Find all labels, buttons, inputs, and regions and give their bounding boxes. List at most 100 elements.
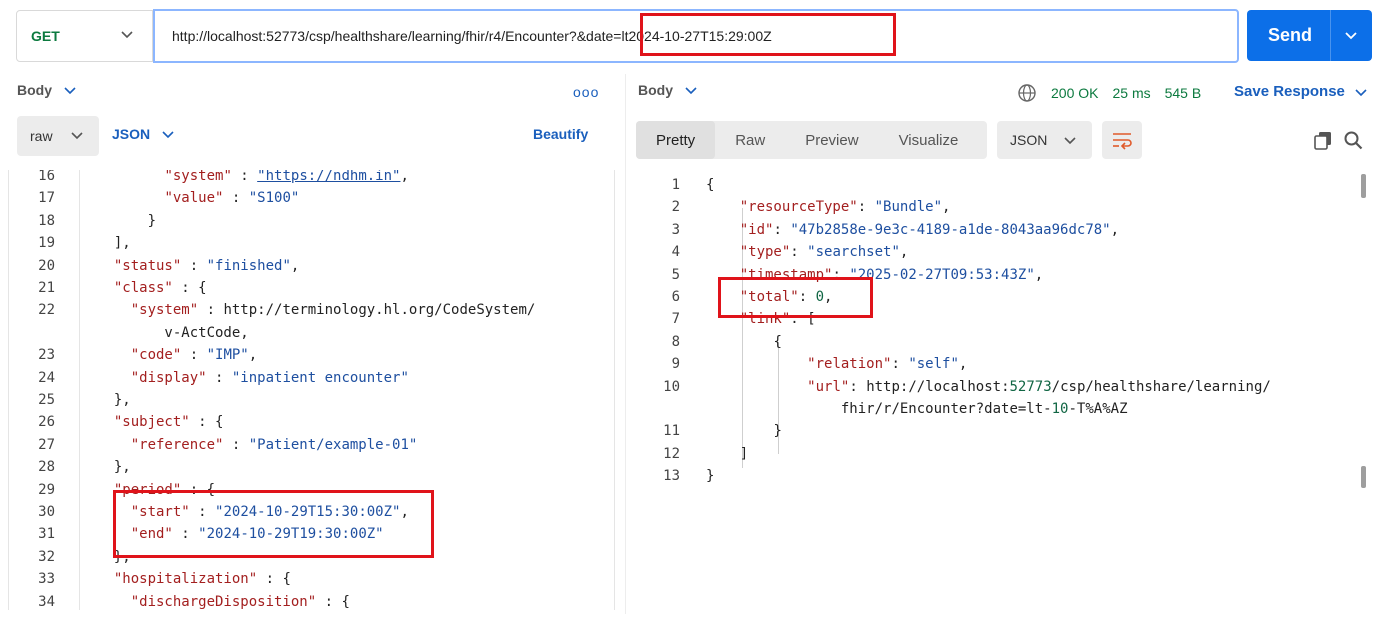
code-line: "class" : { xyxy=(113,280,207,296)
line-number: 19 xyxy=(38,235,55,252)
code-line: } xyxy=(147,212,157,229)
line-number: 10 xyxy=(663,378,680,395)
method-label: GET xyxy=(31,28,60,44)
line-number: 2 xyxy=(671,199,680,216)
code-line: "dischargeDisposition" : { xyxy=(130,593,350,610)
code-line: ] xyxy=(739,445,749,462)
code-line: "system" : http://terminology.hl.org/Cod… xyxy=(130,302,536,319)
request-body-editor[interactable]: 16 "system" : "https://ndhm.in", 17 "valu… xyxy=(8,170,615,610)
response-format-select[interactable]: JSON xyxy=(997,121,1092,159)
line-number: 31 xyxy=(38,526,55,543)
code-line: "resourceType": "Bundle", xyxy=(739,199,951,216)
line-number: 5 xyxy=(671,266,680,283)
chevron-down-icon xyxy=(1064,137,1076,145)
line-number: 13 xyxy=(663,468,680,485)
save-response-label: Save Response xyxy=(1234,83,1345,100)
line-number: 22 xyxy=(38,302,55,319)
url-input[interactable]: http://localhost:52773/csp/healthshare/l… xyxy=(153,9,1239,63)
code-line: v-ActCode, xyxy=(97,324,249,341)
line-number: 34 xyxy=(38,593,55,610)
code-line: "end" : "2024-10-29T19:30:00Z" xyxy=(130,526,384,543)
scrollbar[interactable] xyxy=(1361,466,1366,488)
send-button[interactable]: Send xyxy=(1247,10,1372,61)
tab-pretty[interactable]: Pretty xyxy=(636,121,716,159)
code-line: } xyxy=(706,468,715,485)
wrap-lines-icon xyxy=(1113,133,1132,150)
code-line: "period" : { xyxy=(113,481,216,498)
chevron-down-icon xyxy=(685,87,697,95)
response-view-tabs: Pretty Raw Preview Visualize xyxy=(636,121,987,159)
body-type-select[interactable]: raw xyxy=(17,116,99,156)
code-line: "value" : "S100" xyxy=(164,190,300,207)
line-number: 30 xyxy=(38,504,55,520)
body-format-label: JSON xyxy=(112,126,151,142)
save-response-button[interactable]: Save Response xyxy=(1234,83,1369,100)
response-format-label: JSON xyxy=(1010,132,1048,148)
line-number: 4 xyxy=(671,244,680,261)
tab-visualize[interactable]: Visualize xyxy=(879,121,979,159)
code-line: "reference" : "Patient/example-01" xyxy=(130,436,418,453)
pane-divider[interactable] xyxy=(625,74,626,614)
status-badge[interactable]: 200 OK xyxy=(1051,85,1098,101)
beautify-button[interactable]: Beautify xyxy=(533,126,588,142)
line-number: 25 xyxy=(38,392,55,408)
line-number: 26 xyxy=(38,414,55,431)
chevron-down-icon[interactable] xyxy=(1342,26,1360,44)
line-number: 6 xyxy=(671,289,680,305)
line-number: 33 xyxy=(38,571,55,588)
code-line: } xyxy=(773,423,782,440)
line-number: 27 xyxy=(38,436,55,453)
url-text: http://localhost:52773/csp/healthshare/l… xyxy=(172,28,772,44)
code-line: "subject" : { xyxy=(113,414,224,431)
code-line: }, xyxy=(113,548,131,565)
line-number: 3 xyxy=(671,221,680,238)
code-line: ], xyxy=(113,235,131,252)
line-number: 24 xyxy=(38,369,55,386)
code-line: "type": "searchset", xyxy=(739,244,909,261)
code-line: "hospitalization" : { xyxy=(113,571,291,588)
response-body-menu[interactable]: Body xyxy=(638,82,699,98)
send-label: Send xyxy=(1268,25,1313,45)
response-body-label: Body xyxy=(638,82,673,98)
line-number: 17 xyxy=(38,190,55,207)
tab-preview[interactable]: Preview xyxy=(785,121,878,159)
method-select[interactable]: GET xyxy=(16,10,153,62)
tab-raw[interactable]: Raw xyxy=(715,121,785,159)
response-size[interactable]: 545 B xyxy=(1165,85,1202,101)
chevron-down-icon xyxy=(64,87,76,95)
more-options-icon[interactable]: ooo xyxy=(573,84,599,100)
line-number: 1 xyxy=(671,177,680,193)
search-icon[interactable] xyxy=(1343,130,1363,150)
code-line: }, xyxy=(113,459,131,476)
globe-icon[interactable] xyxy=(1017,83,1037,103)
line-number: 20 xyxy=(38,257,55,274)
wrap-lines-button[interactable] xyxy=(1102,121,1142,159)
scrollbar[interactable] xyxy=(1361,174,1366,198)
line-number: 23 xyxy=(38,347,55,364)
line-number: 7 xyxy=(671,311,680,328)
chevron-down-icon xyxy=(162,131,174,139)
code-line: "link": [ xyxy=(739,311,816,328)
code-line: { xyxy=(773,333,782,350)
code-line: "url": http://localhost:52773/csp/health… xyxy=(807,378,1271,395)
line-number xyxy=(9,322,55,344)
request-body-label: Body xyxy=(17,82,52,98)
code-line: "total": 0, xyxy=(739,289,833,305)
code-line: "display" : "inpatient encounter" xyxy=(130,369,409,386)
line-number: 21 xyxy=(38,280,55,296)
line-number: 18 xyxy=(38,212,55,229)
line-number: 12 xyxy=(663,445,680,462)
line-number: 16 xyxy=(38,170,55,184)
request-body-menu[interactable]: Body xyxy=(17,82,78,98)
body-format-select[interactable]: JSON xyxy=(112,126,176,142)
line-number: 32 xyxy=(38,548,55,565)
code-line: fhir/r/Encounter?date=lt-10-T%A%AZ xyxy=(706,401,1128,417)
line-number: 29 xyxy=(38,481,55,498)
body-type-label: raw xyxy=(30,128,53,144)
response-body-viewer[interactable]: 1 {2 "resourceType": "Bundle", 3 "id": "47… xyxy=(636,174,1376,614)
code-line: "code" : "IMP", xyxy=(130,347,258,364)
code-line: "system" : "https://ndhm.in", xyxy=(164,170,409,184)
line-number: 28 xyxy=(38,459,55,476)
response-time[interactable]: 25 ms xyxy=(1112,85,1150,101)
copy-icon[interactable] xyxy=(1313,130,1333,150)
